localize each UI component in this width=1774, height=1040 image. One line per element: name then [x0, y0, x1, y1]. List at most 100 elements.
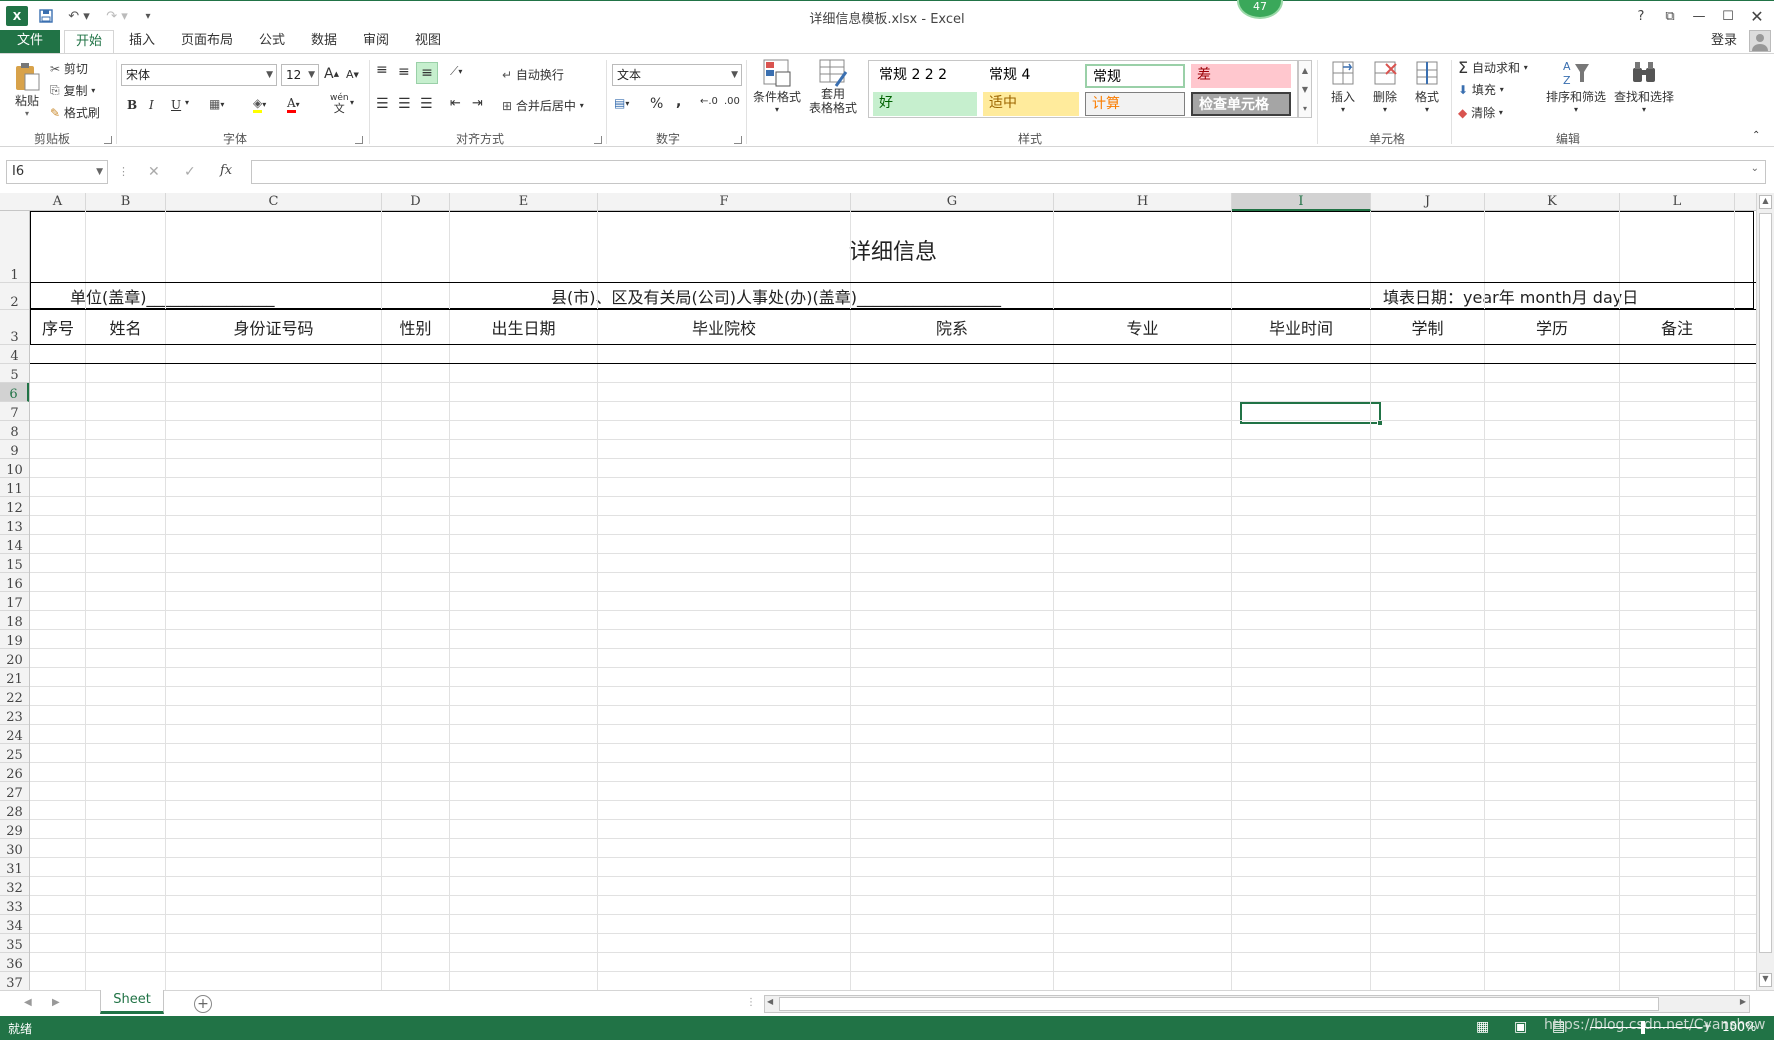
- row-header[interactable]: 22: [0, 687, 29, 706]
- cell-style-item[interactable]: 适中: [983, 92, 1079, 116]
- header-cell[interactable]: 学历: [1485, 309, 1620, 345]
- chevron-down-icon[interactable]: ▾: [350, 98, 354, 107]
- row-header[interactable]: 30: [0, 839, 29, 858]
- delete-cells-button[interactable]: 删除 ▾: [1366, 58, 1404, 114]
- row-header[interactable]: 35: [0, 934, 29, 953]
- phonetic-button[interactable]: wén 文: [330, 94, 349, 115]
- zoom-in-icon[interactable]: +: [1702, 1019, 1712, 1033]
- row-header[interactable]: 1: [0, 211, 29, 283]
- row-header[interactable]: 26: [0, 763, 29, 782]
- next-sheet-icon[interactable]: ▶: [52, 997, 60, 1008]
- row-header[interactable]: 24: [0, 725, 29, 744]
- close-button[interactable]: ✕: [1744, 6, 1770, 26]
- sort-filter-button[interactable]: AZ 排序和筛选 ▾: [1544, 58, 1608, 114]
- tab-insert[interactable]: 插入: [124, 30, 160, 54]
- sheet-tab[interactable]: Sheet: [100, 990, 164, 1014]
- help-button[interactable]: ?: [1628, 6, 1654, 26]
- header-cell[interactable]: 专业: [1054, 309, 1232, 345]
- column-header[interactable]: H: [1054, 193, 1232, 211]
- cell-grid[interactable]: 详细信息 单位(盖章)________________ 县(市)、区及有关局(公…: [30, 211, 1756, 990]
- horizontal-scrollbar[interactable]: ◀ ▶: [764, 995, 1750, 1013]
- number-launcher-icon[interactable]: [734, 136, 742, 144]
- orientation-button[interactable]: ⟋ ▾: [450, 64, 462, 79]
- row-header[interactable]: 13: [0, 516, 29, 535]
- cell-style-item[interactable]: 计算: [1085, 92, 1185, 116]
- row-header[interactable]: 10: [0, 459, 29, 478]
- header-cell[interactable]: 性别: [382, 309, 450, 345]
- row-header[interactable]: 34: [0, 915, 29, 934]
- row-header[interactable]: 32: [0, 877, 29, 896]
- row-header[interactable]: 6: [0, 383, 29, 402]
- row-header[interactable]: 9: [0, 440, 29, 459]
- font-size-combo[interactable]: 12 ▼: [281, 64, 319, 86]
- align-left-icon[interactable]: ☰: [376, 96, 389, 112]
- decrease-decimal-icon[interactable]: .00: [724, 96, 740, 107]
- row-header[interactable]: 12: [0, 497, 29, 516]
- row-header[interactable]: 23: [0, 706, 29, 725]
- column-header[interactable]: I: [1232, 193, 1371, 211]
- cancel-icon[interactable]: ✕: [148, 164, 160, 180]
- header-cell[interactable]: 姓名: [86, 309, 166, 345]
- cell-style-item[interactable]: 常规: [1085, 64, 1185, 88]
- gallery-scroll[interactable]: ▲ ▼ ▾: [1298, 60, 1312, 118]
- clear-button[interactable]: ◆ 清除 ▾: [1458, 104, 1503, 121]
- row-header[interactable]: 11: [0, 478, 29, 497]
- header-cell[interactable]: 身份证号码: [166, 309, 382, 345]
- align-top-icon[interactable]: ≡: [376, 62, 388, 78]
- scroll-down-icon[interactable]: ▼: [1759, 973, 1772, 987]
- minimize-button[interactable]: —: [1686, 6, 1712, 26]
- row-header[interactable]: 3: [0, 310, 29, 345]
- decrease-indent-icon[interactable]: ⇤: [450, 96, 461, 111]
- row-header[interactable]: 17: [0, 592, 29, 611]
- format-as-table-button[interactable]: 套用 表格格式: [804, 58, 862, 116]
- header-cell[interactable]: 院系: [851, 309, 1054, 345]
- conditional-format-button[interactable]: 条件格式 ▾: [752, 58, 802, 114]
- row-header[interactable]: 19: [0, 630, 29, 649]
- row-header[interactable]: 29: [0, 820, 29, 839]
- tab-view[interactable]: 视图: [410, 30, 446, 54]
- enter-icon[interactable]: ✓: [184, 164, 196, 180]
- grow-font-button[interactable]: A ▲: [324, 66, 339, 82]
- tab-file[interactable]: 文件: [0, 30, 60, 54]
- cut-button[interactable]: ✂ 剪切: [50, 60, 88, 77]
- page-layout-view-icon[interactable]: ▣: [1514, 1019, 1527, 1035]
- fill-color-button[interactable]: ◈ ▾: [253, 96, 266, 113]
- scroll-thumb[interactable]: [1759, 213, 1772, 953]
- autosum-button[interactable]: Σ 自动求和 ▾: [1458, 58, 1528, 77]
- percent-button[interactable]: %: [650, 96, 663, 112]
- column-header[interactable]: B: [86, 193, 166, 211]
- row-header[interactable]: 37: [0, 972, 29, 990]
- row-header[interactable]: 16: [0, 573, 29, 592]
- cell-style-item[interactable]: 常规 4: [983, 64, 1079, 88]
- underline-button[interactable]: U: [171, 98, 181, 112]
- italic-button[interactable]: I: [149, 98, 154, 112]
- header-cell[interactable]: 学制: [1371, 309, 1485, 345]
- cell-style-item[interactable]: 检查单元格: [1191, 92, 1291, 116]
- zoom-slider[interactable]: [1590, 1027, 1702, 1028]
- column-header[interactable]: J: [1371, 193, 1485, 211]
- shrink-font-button[interactable]: A ▼: [346, 68, 359, 81]
- bold-button[interactable]: B: [127, 98, 137, 112]
- increase-indent-icon[interactable]: ⇥: [472, 96, 483, 111]
- find-select-button[interactable]: 查找和选择 ▾: [1612, 58, 1676, 114]
- cell-style-item[interactable]: 常规 2 2 2: [873, 64, 977, 88]
- vertical-scrollbar[interactable]: ▲ ▼: [1756, 193, 1774, 990]
- comma-button[interactable]: ,: [676, 94, 681, 110]
- header-cell[interactable]: 出生日期: [450, 309, 598, 345]
- tab-formulas[interactable]: 公式: [254, 30, 290, 54]
- column-header[interactable]: L: [1620, 193, 1735, 211]
- sign-in-link[interactable]: 登录: [1706, 30, 1742, 54]
- collapse-ribbon-icon[interactable]: ⌃: [1752, 130, 1760, 141]
- column-header[interactable]: D: [382, 193, 450, 211]
- copy-button[interactable]: ⎘ 复制 ▾: [50, 82, 95, 99]
- zoom-thumb[interactable]: [1641, 1021, 1645, 1034]
- row-header[interactable]: 28: [0, 801, 29, 820]
- column-header[interactable]: K: [1485, 193, 1620, 211]
- row-header[interactable]: 4: [0, 345, 29, 364]
- column-header[interactable]: A: [30, 193, 86, 211]
- row-header[interactable]: 36: [0, 953, 29, 972]
- column-header[interactable]: C: [166, 193, 382, 211]
- row-header[interactable]: 15: [0, 554, 29, 573]
- column-header[interactable]: G: [851, 193, 1054, 211]
- header-cell[interactable]: 毕业院校: [598, 309, 851, 345]
